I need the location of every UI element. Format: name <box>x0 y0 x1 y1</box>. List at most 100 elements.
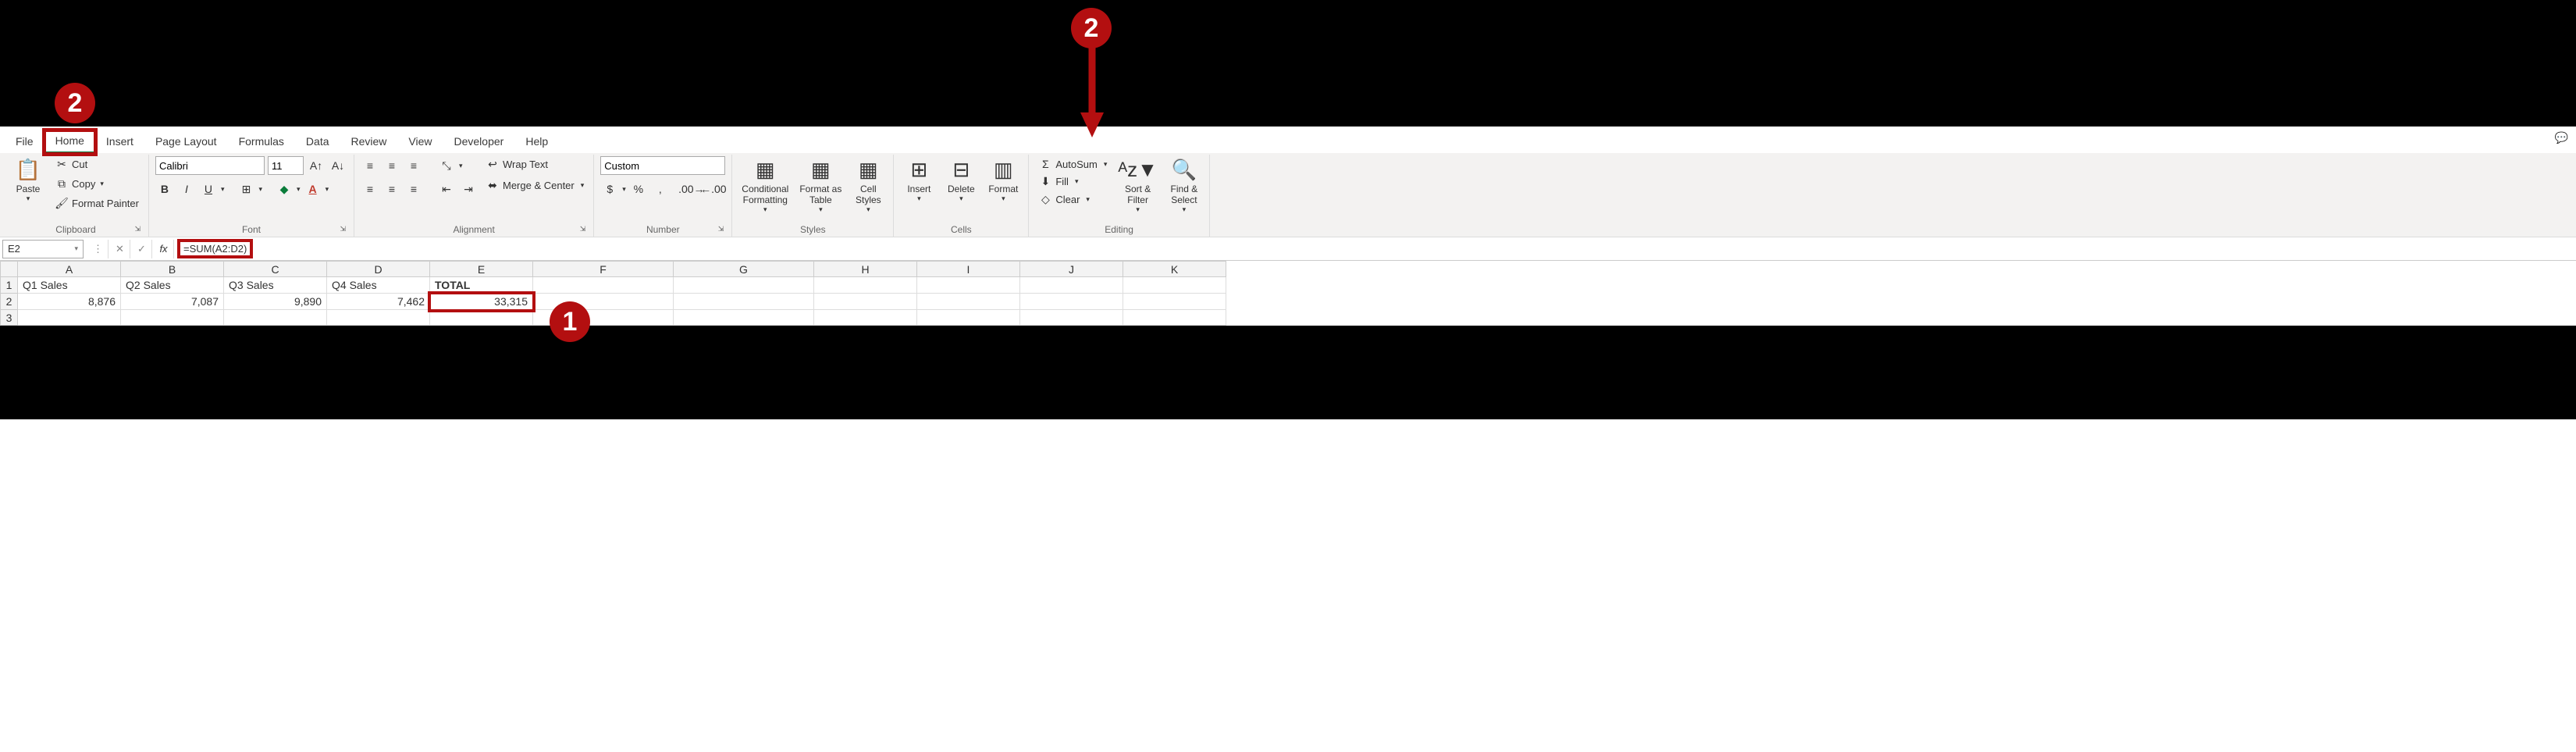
cell-h2[interactable] <box>814 294 917 310</box>
cancel-icon[interactable]: ✕ <box>110 240 130 258</box>
col-header-i[interactable]: I <box>917 262 1020 277</box>
tab-help[interactable]: Help <box>514 131 559 152</box>
cell-g3[interactable] <box>674 310 814 326</box>
cell-d2[interactable]: 7,462 <box>327 294 430 310</box>
conditional-formatting-button[interactable]: ▦Conditional Formatting▾ <box>738 156 792 216</box>
format-as-table-button[interactable]: ▦Format as Table▾ <box>796 156 845 216</box>
cell-e2[interactable]: 33,315 <box>430 294 533 310</box>
font-size-input[interactable] <box>268 156 304 175</box>
align-center-icon[interactable]: ≡ <box>382 180 401 198</box>
tab-data[interactable]: Data <box>295 131 340 152</box>
tab-view[interactable]: View <box>397 131 443 152</box>
increase-font-icon[interactable]: A↑ <box>307 156 326 175</box>
select-all-corner[interactable] <box>1 262 18 277</box>
font-name-input[interactable] <box>155 156 265 175</box>
comments-icon[interactable]: 💬 <box>2555 131 2568 144</box>
dialog-launcher-icon[interactable]: ⇲ <box>340 225 346 233</box>
align-middle-icon[interactable]: ≡ <box>382 156 401 175</box>
chevron-down-icon[interactable]: ▾ <box>459 162 463 170</box>
row-header-3[interactable]: 3 <box>1 310 18 326</box>
cell-c3[interactable] <box>224 310 327 326</box>
cell-e3[interactable] <box>430 310 533 326</box>
underline-button[interactable]: U <box>199 180 218 198</box>
cell-j1[interactable] <box>1020 277 1123 294</box>
cell-k3[interactable] <box>1123 310 1226 326</box>
autosum-button[interactable]: ΣAutoSum▾ <box>1035 156 1110 172</box>
cell-j3[interactable] <box>1020 310 1123 326</box>
cell-e1[interactable]: TOTAL <box>430 277 533 294</box>
align-right-icon[interactable]: ≡ <box>404 180 423 198</box>
paste-button[interactable]: 📋 Paste ▾ <box>9 156 47 205</box>
col-header-h[interactable]: H <box>814 262 917 277</box>
format-cells-button[interactable]: ▥Format▾ <box>984 156 1022 205</box>
tab-home[interactable]: Home <box>44 130 95 154</box>
cell-styles-button[interactable]: ▦Cell Styles▾ <box>849 156 887 216</box>
cell-a2[interactable]: 8,876 <box>18 294 121 310</box>
borders-icon[interactable]: ⊞ <box>237 180 256 198</box>
cell-i2[interactable] <box>917 294 1020 310</box>
cell-b2[interactable]: 7,087 <box>121 294 224 310</box>
align-bottom-icon[interactable]: ≡ <box>404 156 423 175</box>
dialog-launcher-icon[interactable]: ⇲ <box>580 225 586 233</box>
insert-cells-button[interactable]: ⊞Insert▾ <box>900 156 938 205</box>
cell-d3[interactable] <box>327 310 430 326</box>
format-painter-button[interactable]: 🖌Format Painter <box>52 195 142 212</box>
align-top-icon[interactable]: ≡ <box>361 156 379 175</box>
tab-review[interactable]: Review <box>340 131 398 152</box>
fill-button[interactable]: ⬇Fill▾ <box>1035 173 1110 190</box>
italic-button[interactable]: I <box>177 180 196 198</box>
col-header-a[interactable]: A <box>18 262 121 277</box>
increase-decimal-icon[interactable]: .00→ <box>682 180 701 198</box>
col-header-c[interactable]: C <box>224 262 327 277</box>
cell-b1[interactable]: Q2 Sales <box>121 277 224 294</box>
col-header-e[interactable]: E <box>430 262 533 277</box>
cell-d1[interactable]: Q4 Sales <box>327 277 430 294</box>
cell-k2[interactable] <box>1123 294 1226 310</box>
font-color-icon[interactable]: A <box>304 180 322 198</box>
sort-filter-button[interactable]: ᴬᴢ▼Sort & Filter▾ <box>1115 156 1161 216</box>
cell-a3[interactable] <box>18 310 121 326</box>
tab-formulas[interactable]: Formulas <box>228 131 295 152</box>
col-header-f[interactable]: F <box>533 262 674 277</box>
chevron-down-icon[interactable]: ▾ <box>221 185 225 194</box>
increase-indent-icon[interactable]: ⇥ <box>459 180 478 198</box>
tab-file[interactable]: File <box>5 131 44 152</box>
orientation-icon[interactable]: ⤡ <box>437 156 456 175</box>
delete-cells-button[interactable]: ⊟Delete▾ <box>942 156 980 205</box>
cell-g1[interactable] <box>674 277 814 294</box>
bold-button[interactable]: B <box>155 180 174 198</box>
accounting-format-icon[interactable]: $ <box>600 180 619 198</box>
name-box[interactable]: E2 ▾ <box>2 240 84 258</box>
col-header-k[interactable]: K <box>1123 262 1226 277</box>
comma-format-icon[interactable]: , <box>651 180 670 198</box>
tab-developer[interactable]: Developer <box>443 131 515 152</box>
enter-icon[interactable]: ✓ <box>132 240 152 258</box>
decrease-font-icon[interactable]: A↓ <box>329 156 347 175</box>
cell-a1[interactable]: Q1 Sales <box>18 277 121 294</box>
expand-icon[interactable]: ⋮ <box>88 240 109 258</box>
cell-i3[interactable] <box>917 310 1020 326</box>
find-select-button[interactable]: 🔍Find & Select▾ <box>1165 156 1203 216</box>
grid[interactable]: A B C D E F G H I J K 1 Q1 Sales Q2 Sale… <box>0 261 1226 326</box>
cell-f2[interactable] <box>533 294 674 310</box>
dialog-launcher-icon[interactable]: ⇲ <box>134 225 141 233</box>
percent-format-icon[interactable]: % <box>629 180 648 198</box>
formula-input[interactable]: =SUM(A2:D2) <box>180 242 250 255</box>
col-header-j[interactable]: J <box>1020 262 1123 277</box>
cell-j2[interactable] <box>1020 294 1123 310</box>
cell-i1[interactable] <box>917 277 1020 294</box>
tab-page-layout[interactable]: Page Layout <box>144 131 228 152</box>
cell-h1[interactable] <box>814 277 917 294</box>
chevron-down-icon[interactable]: ▾ <box>622 185 626 194</box>
cell-f1[interactable] <box>533 277 674 294</box>
row-header-2[interactable]: 2 <box>1 294 18 310</box>
cut-button[interactable]: ✂Cut <box>52 156 142 173</box>
cell-b3[interactable] <box>121 310 224 326</box>
decrease-indent-icon[interactable]: ⇤ <box>437 180 456 198</box>
chevron-down-icon[interactable]: ▾ <box>259 185 263 194</box>
cell-c2[interactable]: 9,890 <box>224 294 327 310</box>
cell-k1[interactable] <box>1123 277 1226 294</box>
clear-button[interactable]: ◇Clear▾ <box>1035 191 1110 208</box>
tab-insert[interactable]: Insert <box>95 131 144 152</box>
col-header-g[interactable]: G <box>674 262 814 277</box>
